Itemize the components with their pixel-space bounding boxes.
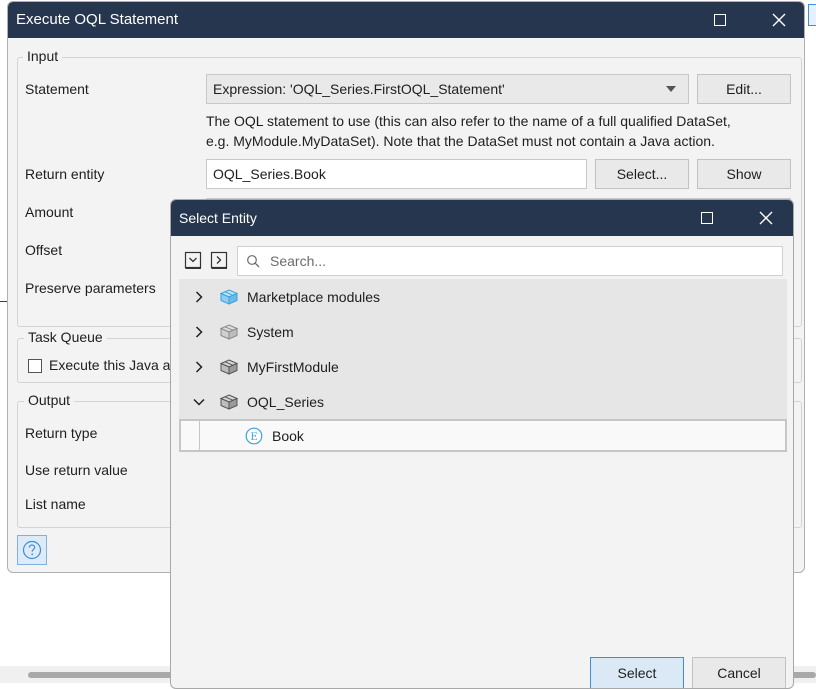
dialog-titlebar: Execute OQL Statement — [8, 2, 804, 38]
collapse-all-button[interactable] — [183, 250, 203, 270]
return-type-label: Return type — [25, 425, 98, 441]
chevron-right-icon[interactable] — [189, 287, 209, 307]
tree-item-label: MyFirstModule — [247, 358, 339, 375]
module-icon — [219, 322, 239, 342]
use-return-value-label: Use return value — [25, 462, 128, 478]
background-window-edge — [808, 4, 816, 26]
statement-description: The OQL statement to use (this can also … — [206, 111, 731, 151]
tree-item-myfirstmodule[interactable]: MyFirstModule — [179, 349, 787, 384]
collapse-all-icon — [184, 251, 202, 269]
list-name-label: List name — [25, 496, 86, 512]
marketplace-module-icon — [219, 287, 239, 307]
statement-label: Statement — [25, 81, 89, 97]
dropdown-arrow-icon — [666, 86, 676, 92]
description-line-2: e.g. MyModule.MyDataSet). Note that the … — [206, 133, 715, 149]
chevron-down-icon[interactable] — [189, 392, 209, 412]
output-legend: Output — [24, 392, 75, 408]
return-entity-field[interactable]: OQL_Series.Book — [206, 159, 587, 189]
dialog-title: Execute OQL Statement — [16, 11, 179, 28]
search-icon — [247, 255, 260, 268]
maximize-icon — [701, 212, 713, 224]
task-queue-legend: Task Queue — [24, 329, 107, 345]
tree-item-oql-series[interactable]: OQL_Series — [179, 384, 787, 419]
edit-statement-button[interactable]: Edit... — [697, 74, 791, 104]
preserve-parameters-label: Preserve parameters — [25, 280, 156, 296]
expand-all-icon — [210, 251, 228, 269]
statement-value: Expression: 'OQL_Series.FirstOQL_Stateme… — [213, 81, 505, 97]
entity-tree: Marketplace modules System MyFirstModule… — [179, 279, 787, 649]
cancel-button[interactable]: Cancel — [692, 657, 786, 688]
select-entity-maximize-button[interactable] — [684, 200, 730, 236]
select-entity-dialog: Select Entity Search... Marketplace modu… — [170, 199, 794, 689]
select-entity-button[interactable]: Select... — [595, 159, 689, 189]
show-entity-button[interactable]: Show — [697, 159, 791, 189]
entity-search-box[interactable] — [237, 246, 783, 276]
help-icon — [22, 540, 42, 560]
close-icon — [759, 211, 773, 225]
description-line-1: The OQL statement to use (this can also … — [206, 113, 731, 129]
tree-indent-guide — [181, 421, 200, 450]
maximize-icon — [714, 14, 726, 26]
tree-item-system[interactable]: System — [179, 314, 787, 349]
close-icon — [772, 13, 786, 27]
select-entity-title: Select Entity — [179, 210, 257, 226]
amount-label: Amount — [25, 204, 74, 220]
help-button[interactable] — [17, 535, 47, 565]
tree-item-label: Book — [272, 427, 304, 444]
offset-label: Offset — [25, 242, 63, 258]
select-entity-close-button[interactable] — [743, 200, 789, 236]
select-button[interactable]: Select — [590, 657, 684, 688]
maximize-button[interactable] — [697, 2, 743, 38]
tree-item-label: Marketplace modules — [247, 288, 381, 305]
return-entity-value: OQL_Series.Book — [213, 166, 326, 182]
svg-text:E: E — [250, 431, 257, 442]
close-button[interactable] — [756, 2, 802, 38]
tree-item-label: System — [247, 323, 294, 340]
expand-all-button[interactable] — [209, 250, 229, 270]
chevron-right-icon[interactable] — [189, 322, 209, 342]
chevron-right-icon[interactable] — [189, 357, 209, 377]
execute-in-queue-checkbox[interactable] — [28, 359, 42, 373]
entity-icon: E — [244, 426, 264, 446]
entity-search-input[interactable] — [268, 252, 772, 270]
select-entity-titlebar: Select Entity — [171, 200, 793, 236]
input-group-legend: Input — [23, 48, 63, 64]
module-icon — [219, 392, 239, 412]
tree-item-marketplace-modules[interactable]: Marketplace modules — [179, 279, 787, 314]
tree-item-label: OQL_Series — [247, 393, 325, 410]
return-entity-label: Return entity — [25, 166, 105, 182]
module-icon — [219, 357, 239, 377]
execute-in-queue-label: Execute this Java a — [49, 357, 171, 373]
tree-item-book[interactable]: E Book — [179, 419, 787, 452]
statement-combo[interactable]: Expression: 'OQL_Series.FirstOQL_Stateme… — [206, 74, 689, 104]
